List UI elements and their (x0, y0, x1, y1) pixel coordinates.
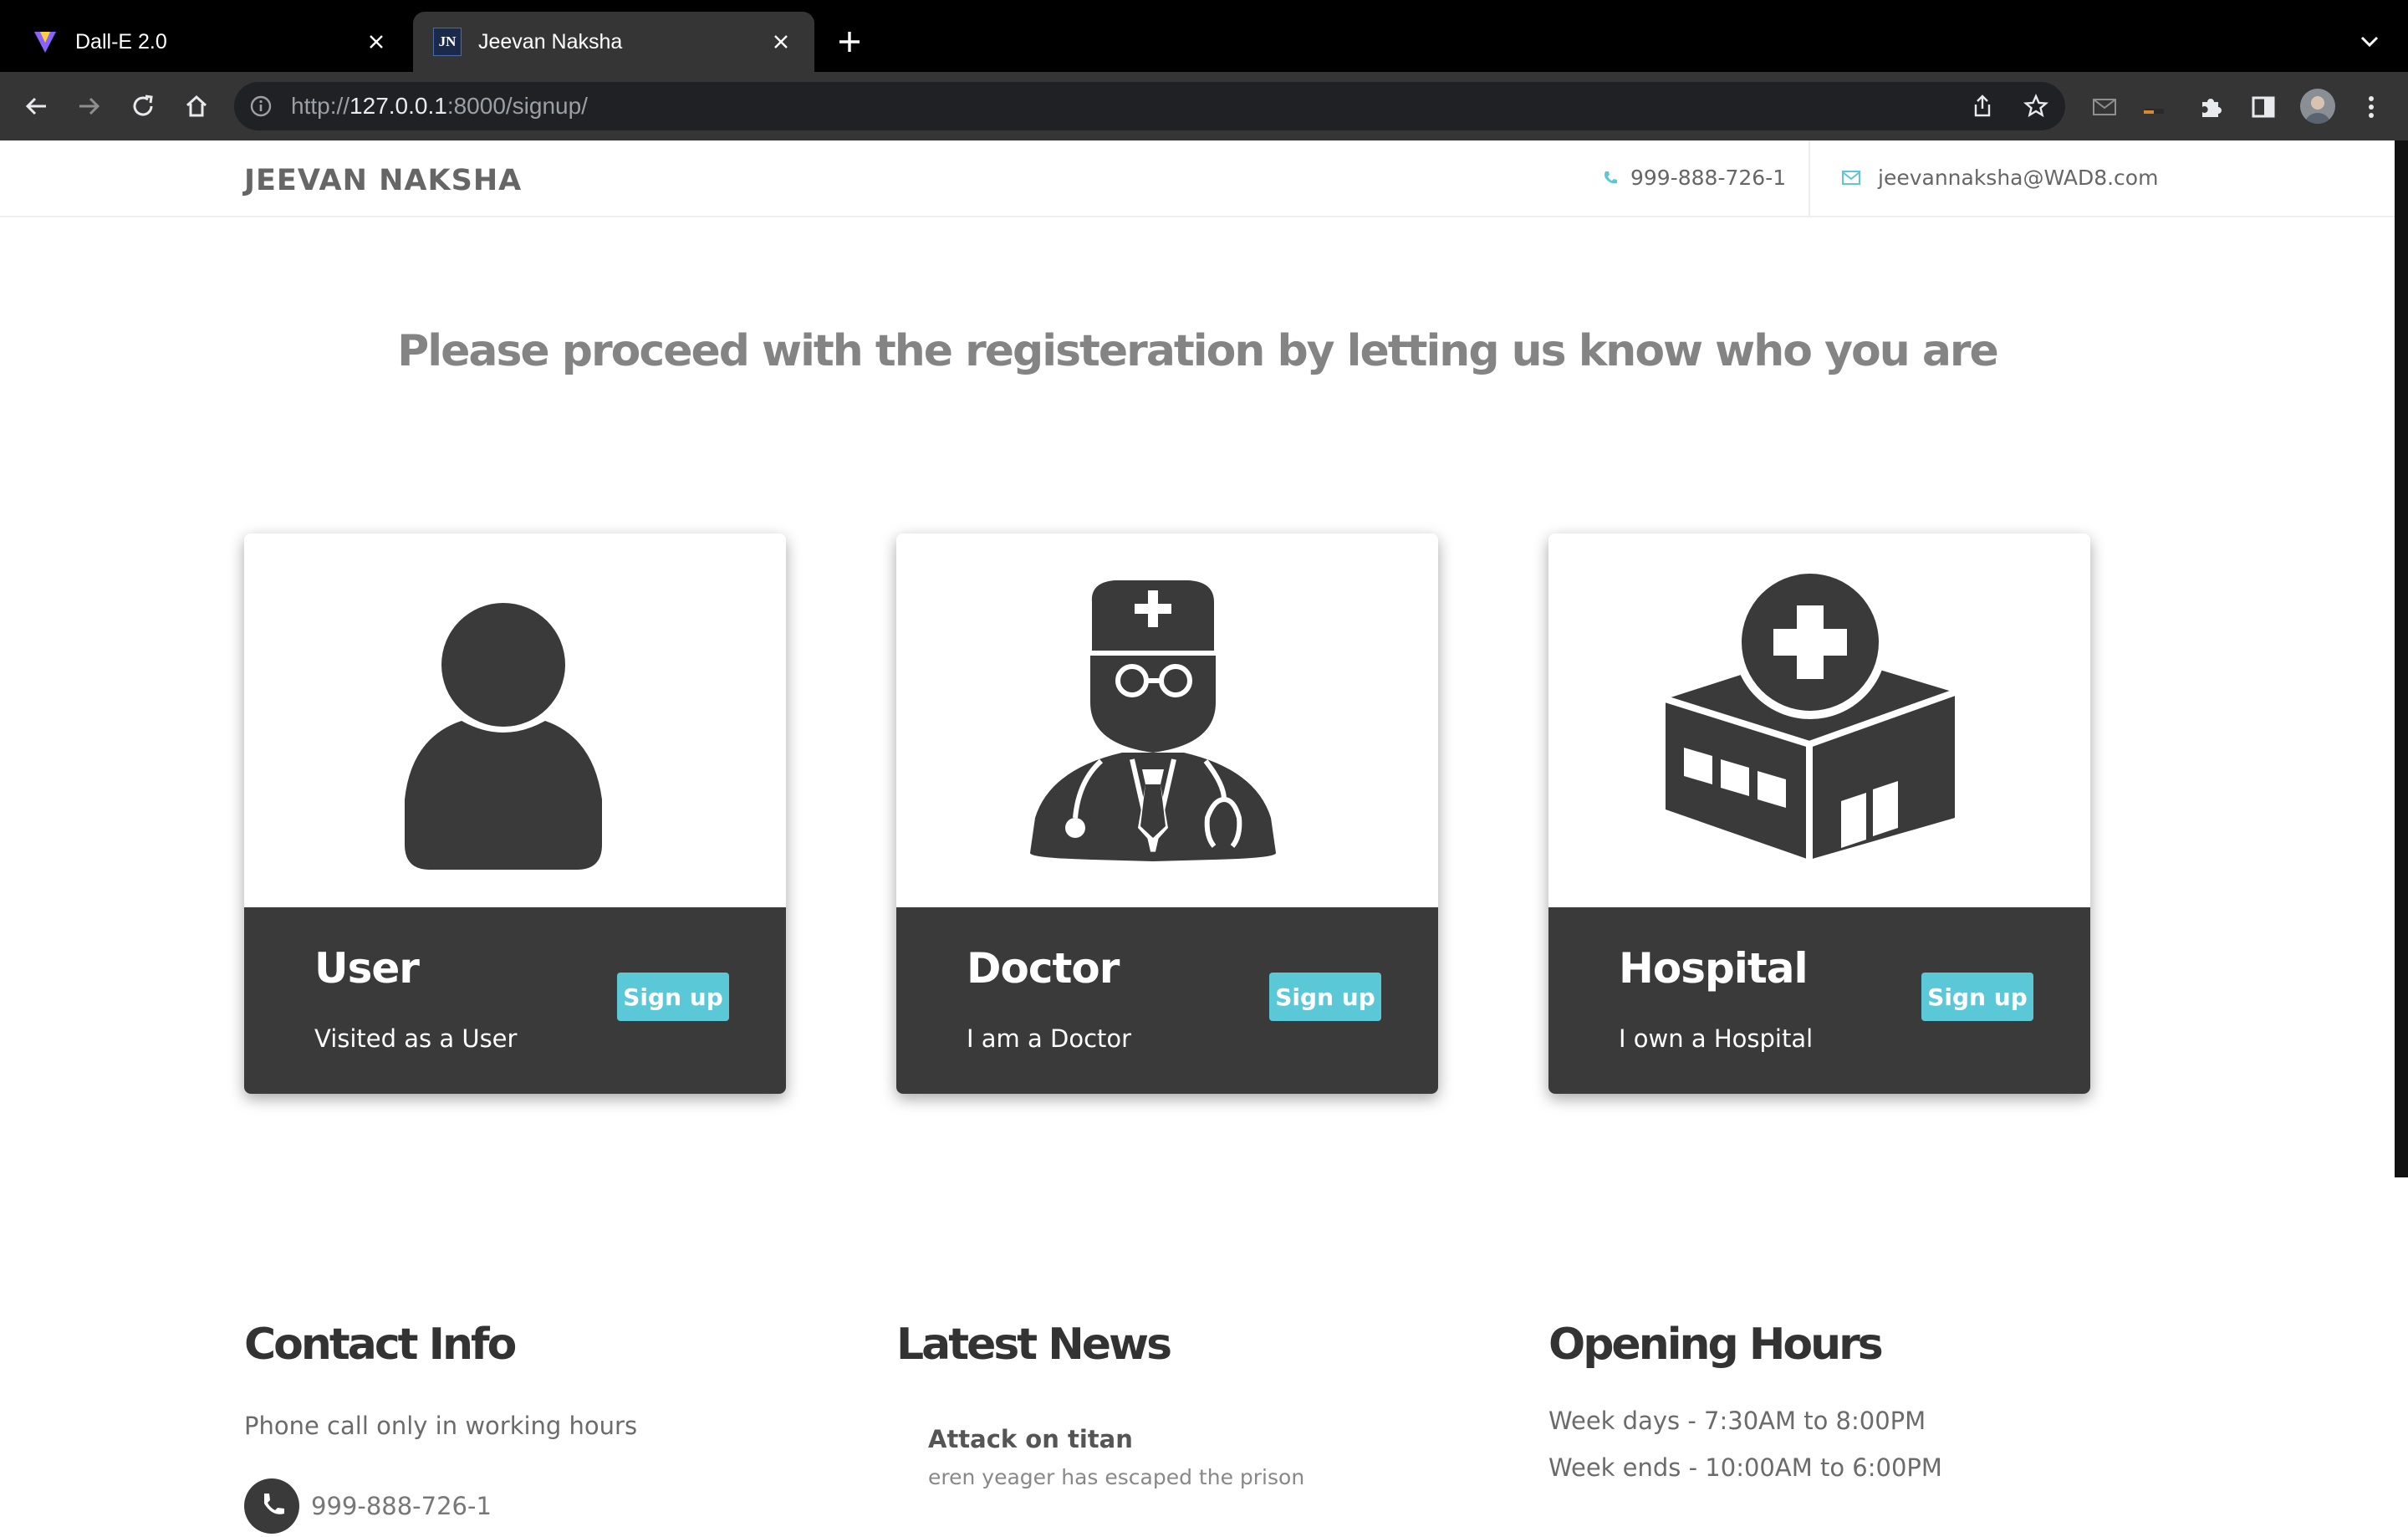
mail-extension-icon[interactable] (2088, 90, 2121, 124)
chevron-down-icon[interactable] (2353, 25, 2386, 59)
card-image (1548, 534, 2090, 907)
close-tab-icon[interactable] (361, 27, 391, 57)
doctor-signup-button[interactable]: Sign up (1269, 973, 1381, 1021)
doctor-icon (1030, 580, 1276, 861)
url-text: http://127.0.0.1:8000/signup/ (291, 93, 588, 119)
hospital-icon (1664, 565, 1956, 861)
browser-tab-jeevan-naksha[interactable]: JN Jeevan Naksha (413, 12, 814, 72)
tab-title: Dall-E 2.0 (75, 29, 167, 54)
card-title: Doctor (967, 944, 1120, 993)
card-image (244, 534, 786, 907)
envelope-icon (1841, 170, 1861, 186)
card-panel: Doctor I am a Doctor Sign up (896, 907, 1438, 1094)
user-signup-card: User Visited as a User Sign up (244, 534, 786, 1094)
hospital-signup-card: Hospital I own a Hospital Sign up (1548, 534, 2090, 1094)
card-image (896, 534, 1438, 907)
vite-logo-icon (32, 28, 59, 55)
contact-info-title: Contact Info (244, 1320, 517, 1370)
new-tab-plus-icon[interactable] (833, 25, 866, 59)
weekends-hours: Week ends - 10:00AM to 6:00PM (1548, 1453, 1942, 1482)
page-scrollbar[interactable] (2395, 140, 2408, 1177)
profile-avatar-icon[interactable] (2300, 89, 2335, 124)
jn-logo-icon: JN (433, 28, 462, 56)
home-icon[interactable] (179, 89, 214, 124)
browser-tab-strip: Dall-E 2.0 JN Jeevan Naksha (0, 0, 2408, 72)
page-heading: Please proceed with the registeration by… (397, 326, 1999, 376)
card-panel: Hospital I own a Hospital Sign up (1548, 907, 2090, 1094)
header-email-text[interactable]: jeevannaksha@WAD8.com (1878, 166, 2158, 190)
kebab-menu-icon[interactable] (2354, 90, 2388, 124)
card-title: User (314, 944, 420, 993)
share-icon[interactable] (1968, 92, 1997, 120)
address-bar[interactable]: http://127.0.0.1:8000/signup/ (234, 82, 2065, 130)
card-description: I own a Hospital (1619, 1024, 1814, 1053)
hospital-signup-button[interactable]: Sign up (1921, 973, 2033, 1021)
latest-news-title: Latest News (896, 1320, 1172, 1370)
forward-arrow-icon[interactable] (72, 89, 107, 124)
weekdays-hours: Week days - 7:30AM to 8:00PM (1548, 1407, 1926, 1435)
header-email: jeevannaksha@WAD8.com (1841, 166, 2158, 190)
back-arrow-icon[interactable] (18, 89, 54, 124)
reload-icon[interactable] (125, 89, 161, 124)
card-description: Visited as a User (314, 1024, 518, 1053)
site-brand[interactable]: JEEVAN NAKSHA (244, 164, 522, 197)
close-tab-icon[interactable] (766, 27, 796, 57)
contact-phone-text: 999-888-726-1 (311, 1492, 492, 1520)
bookmark-star-icon[interactable] (2022, 92, 2050, 120)
user-icon (405, 603, 602, 870)
side-panel-icon[interactable] (2247, 90, 2280, 124)
puzzle-extensions-icon[interactable] (2194, 90, 2227, 124)
header-divider (1809, 140, 1810, 216)
contact-info-text: Phone call only in working hours (244, 1412, 638, 1440)
news-item-title[interactable]: Attack on titan (928, 1425, 1133, 1453)
info-icon[interactable] (247, 93, 274, 120)
extension-icon[interactable] (2139, 90, 2172, 124)
card-title: Hospital (1619, 944, 1809, 993)
card-panel: User Visited as a User Sign up (244, 907, 786, 1094)
browser-tab-dall-e[interactable]: Dall-E 2.0 (0, 12, 410, 72)
contact-phone-icon (244, 1478, 299, 1534)
header-phone: 999-888-726-1 (1602, 166, 1786, 190)
tab-title: Jeevan Naksha (478, 29, 623, 54)
news-item-body: eren yeager has escaped the prison (928, 1465, 1305, 1489)
web-page: JEEVAN NAKSHA 999-888-726-1 jeevannaksha… (0, 140, 2395, 1534)
browser-toolbar: http://127.0.0.1:8000/signup/ (0, 72, 2408, 140)
header-phone-text: 999-888-726-1 (1630, 166, 1787, 190)
doctor-signup-card: Doctor I am a Doctor Sign up (896, 534, 1438, 1094)
card-description: I am a Doctor (967, 1024, 1132, 1053)
opening-hours-title: Opening Hours (1548, 1320, 1884, 1370)
user-signup-button[interactable]: Sign up (617, 973, 729, 1021)
phone-icon (1602, 170, 1619, 186)
site-header: JEEVAN NAKSHA 999-888-726-1 jeevannaksha… (0, 140, 2395, 217)
